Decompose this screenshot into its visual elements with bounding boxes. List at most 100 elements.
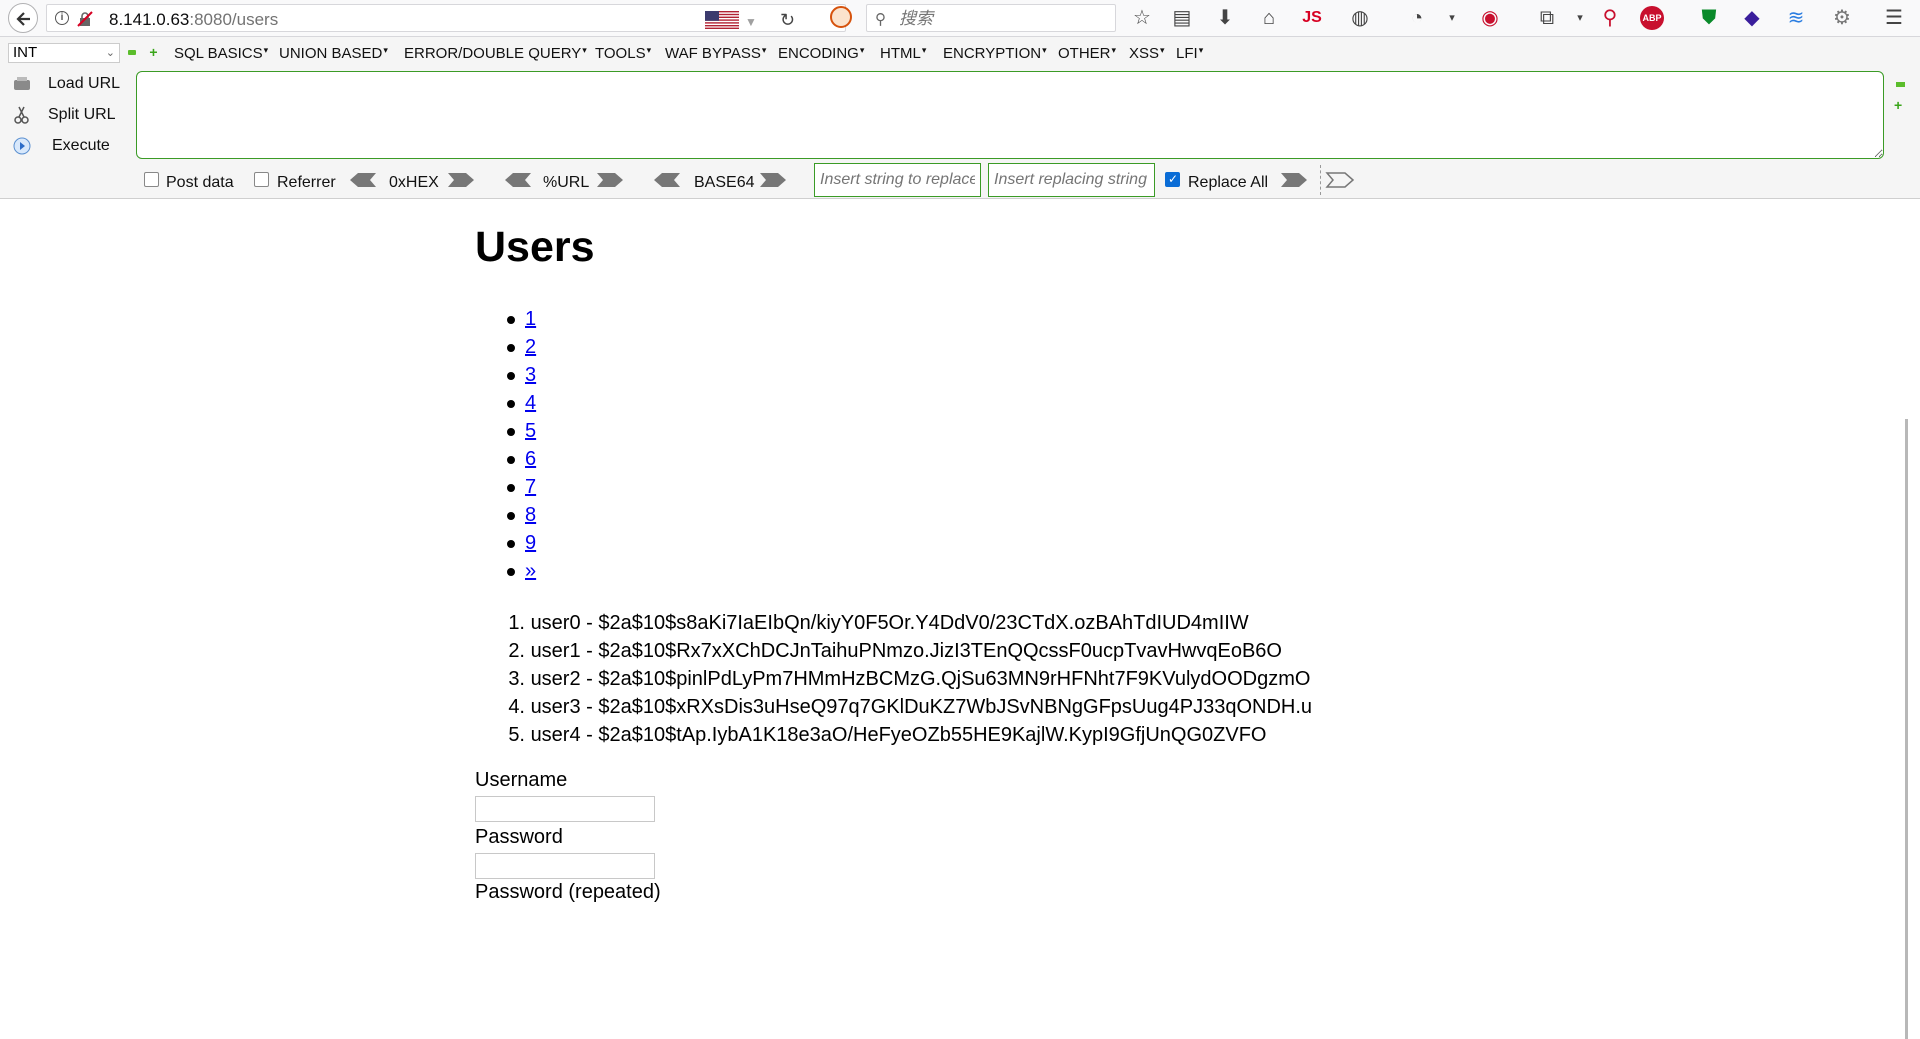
password-field[interactable] xyxy=(475,853,655,879)
menu-union-based[interactable]: UNION BASED xyxy=(279,45,388,62)
page-link-3[interactable]: 3 xyxy=(525,364,536,386)
page-link-2[interactable]: 2 xyxy=(525,336,536,358)
menu-html[interactable]: HTML xyxy=(880,45,926,62)
expand-right-icon[interactable]: + xyxy=(1894,97,1902,113)
list-number: 1. xyxy=(508,612,525,634)
menu-tools[interactable]: TOOLS xyxy=(595,45,651,62)
load-url-button[interactable]: Load URL xyxy=(10,71,130,97)
search-input[interactable] xyxy=(897,8,1101,30)
home-icon[interactable]: ⌂ xyxy=(1257,6,1281,30)
us-flag-icon[interactable] xyxy=(705,11,739,29)
pagination-item: 4 xyxy=(506,389,536,417)
referrer-checkbox[interactable] xyxy=(254,172,269,187)
post-data-label: Post data xyxy=(166,174,234,191)
list-number: 4. xyxy=(508,696,525,718)
url-text: 8.141.0.63:8080/users xyxy=(109,10,278,30)
hex-encode-arrow-icon[interactable] xyxy=(446,171,476,189)
url-textarea[interactable] xyxy=(136,71,1884,159)
post-data-checkbox[interactable] xyxy=(144,172,159,187)
list-item: 1. user0 - $2a$10$s8aKi7IaEIbQn/kiyY0F5O… xyxy=(475,609,1312,637)
url-host: 8.141.0.63 xyxy=(109,10,190,29)
user-entry: user0 - $2a$10$s8aKi7IaEIbQn/kiyY0F5Or.Y… xyxy=(530,612,1249,634)
adblock-icon[interactable]: ABP xyxy=(1640,6,1664,30)
shield-icon[interactable]: ⛊ xyxy=(1697,6,1721,30)
page-link-5[interactable]: 5 xyxy=(525,420,536,442)
execute-button[interactable]: Execute xyxy=(10,133,130,159)
split-url-label: Split URL xyxy=(48,106,116,123)
list-item: 5. user4 - $2a$10$tAp.IybA1K18e3aO/HeFye… xyxy=(475,721,1312,749)
menu-sql-basics[interactable]: SQL BASICS xyxy=(174,45,268,62)
screenshot-dropdown-icon[interactable]: ▾ xyxy=(1568,6,1592,30)
info-icon[interactable]: i xyxy=(55,11,69,25)
page-link-8[interactable]: 8 xyxy=(525,504,536,526)
gear-icon[interactable]: ⚙ xyxy=(1830,6,1854,30)
page-link-next[interactable]: » xyxy=(525,560,536,582)
url-encode-arrow-icon[interactable] xyxy=(595,171,625,189)
search-icon: ⚲ xyxy=(875,11,886,28)
menu-other[interactable]: OTHER xyxy=(1058,45,1116,62)
globe-extension-icon[interactable]: ◍ xyxy=(1348,6,1372,30)
page-link-7[interactable]: 7 xyxy=(525,476,536,498)
split-url-button[interactable]: Split URL xyxy=(10,102,130,128)
replacing-string-input[interactable] xyxy=(988,163,1155,197)
extension-block-icon[interactable] xyxy=(830,6,852,28)
palette-dropdown-icon[interactable]: ▾ xyxy=(1440,6,1464,30)
magnifier-extension-icon[interactable]: ⚲ xyxy=(1598,6,1622,30)
replace-apply-arrow-icon[interactable] xyxy=(1325,171,1355,189)
pagination-item: 5 xyxy=(506,417,536,445)
replace-forward-arrow-icon[interactable] xyxy=(1279,171,1309,189)
base64-decode-arrow-icon[interactable] xyxy=(652,171,682,189)
url-decode-arrow-icon[interactable] xyxy=(503,171,533,189)
hamburger-menu-icon[interactable]: ☰ xyxy=(1882,6,1906,30)
download-icon[interactable]: ⬇ xyxy=(1213,6,1237,30)
page-link-1[interactable]: 1 xyxy=(525,308,536,330)
shrink-icon[interactable] xyxy=(128,50,136,55)
insecure-lock-icon xyxy=(77,11,93,27)
expand-icon[interactable]: + xyxy=(148,45,159,59)
menu-encryption[interactable]: ENCRYPTION xyxy=(943,45,1047,62)
reload-icon[interactable]: ↻ xyxy=(780,10,795,31)
user-entry: user4 - $2a$10$tAp.IybA1K18e3aO/HeFyeOZb… xyxy=(530,724,1267,746)
palette-icon[interactable]: ◔ xyxy=(1405,6,1429,30)
screenshot-icon[interactable]: ⧉ xyxy=(1535,6,1559,30)
pagination-item: 3 xyxy=(506,361,536,389)
back-arrow-icon xyxy=(16,12,30,26)
menu-lfi[interactable]: LFI xyxy=(1176,45,1203,62)
execute-label: Execute xyxy=(52,137,110,154)
menu-waf-bypass[interactable]: WAF BYPASS xyxy=(665,45,766,62)
page-link-9[interactable]: 9 xyxy=(525,532,536,554)
flag-dropdown-icon[interactable]: ▼ xyxy=(745,15,757,29)
red-extension-icon[interactable]: ◉ xyxy=(1478,6,1502,30)
int-select[interactable]: INT ⌄ xyxy=(8,43,120,63)
wappalyzer-icon[interactable]: ≋ xyxy=(1784,6,1808,30)
password-repeated-label: Password (repeated) xyxy=(475,881,661,903)
menu-error-double-query[interactable]: ERROR/DOUBLE QUERY xyxy=(404,45,587,62)
menu-xss[interactable]: XSS xyxy=(1129,45,1165,62)
search-bar[interactable]: ⚲ xyxy=(866,4,1116,32)
base64-encode-arrow-icon[interactable] xyxy=(758,171,788,189)
replace-all-checkbox[interactable] xyxy=(1165,172,1180,187)
hex-label: 0xHEX xyxy=(389,174,439,191)
reading-list-icon[interactable]: ▤ xyxy=(1170,6,1194,30)
hex-decode-arrow-icon[interactable] xyxy=(348,171,378,189)
js-toggle-icon[interactable]: JS xyxy=(1300,6,1324,30)
replace-string-input[interactable] xyxy=(814,163,981,197)
password-label: Password xyxy=(475,826,563,848)
url-port-path: :8080/users xyxy=(189,10,279,29)
layers-icon[interactable]: ◆ xyxy=(1740,6,1764,30)
user-entry: user2 - $2a$10$pinlPdLyPm7HMmHzBCMzG.QjS… xyxy=(530,668,1311,690)
browser-toolbar: i 8.141.0.63:8080/users ▼ ↻ ⚲ ☆ ▤ ⬇ ⌂ JS… xyxy=(0,0,1920,37)
list-item: 4. user3 - $2a$10$xRXsDis3uHseQ97q7GKlDu… xyxy=(475,693,1312,721)
page-link-4[interactable]: 4 xyxy=(525,392,536,414)
load-url-icon xyxy=(14,77,30,90)
bookmark-star-icon[interactable]: ☆ xyxy=(1130,6,1154,30)
page-scrollbar[interactable] xyxy=(1905,419,1908,1039)
url-bar[interactable]: i 8.141.0.63:8080/users ▼ ↻ xyxy=(46,4,846,32)
shrink-right-icon[interactable] xyxy=(1896,82,1905,87)
back-button[interactable] xyxy=(8,3,38,33)
menu-encoding[interactable]: ENCODING xyxy=(778,45,864,62)
pagination-list: 1 2 3 4 5 6 7 8 9 » xyxy=(506,305,536,585)
list-number: 3. xyxy=(508,668,525,690)
username-field[interactable] xyxy=(475,796,655,822)
page-link-6[interactable]: 6 xyxy=(525,448,536,470)
